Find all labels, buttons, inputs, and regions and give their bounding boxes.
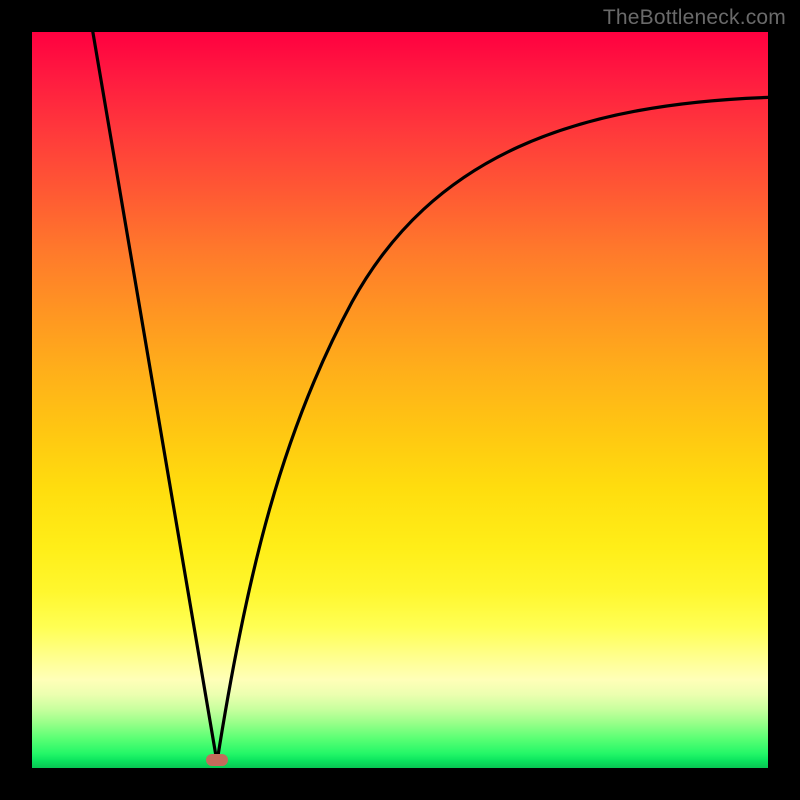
curve-left-branch xyxy=(92,32,217,762)
plot-area xyxy=(32,32,768,768)
curve-right-branch xyxy=(217,97,768,762)
curve-layer xyxy=(32,32,768,768)
chart-frame: TheBottleneck.com xyxy=(0,0,800,800)
minimum-marker xyxy=(206,754,228,766)
watermark-text: TheBottleneck.com xyxy=(603,6,786,30)
